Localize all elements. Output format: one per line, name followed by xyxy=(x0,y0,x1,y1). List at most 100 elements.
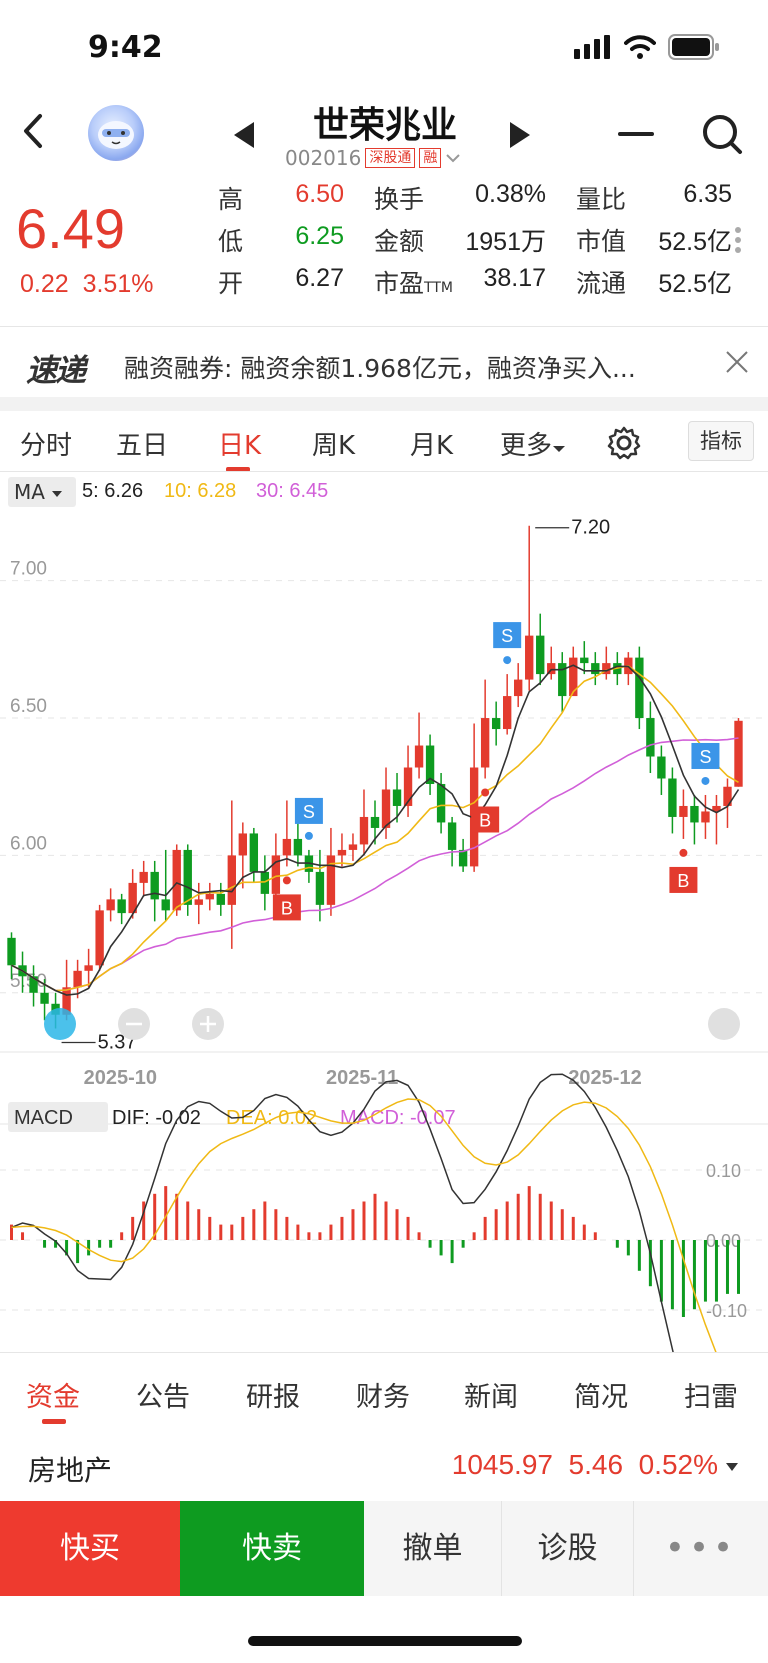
candle-body xyxy=(84,965,93,971)
cancel-order-button[interactable]: 撤单 xyxy=(364,1501,502,1596)
macd-y-label: -0.10 xyxy=(706,1301,747,1321)
y-axis-label: 7.00 xyxy=(10,559,47,580)
tab-capital[interactable]: 资金 xyxy=(26,1375,80,1414)
status-bar: 9:42 xyxy=(0,0,768,100)
tab-intraday[interactable]: 分时 xyxy=(20,425,72,462)
chevron-down-icon[interactable] xyxy=(445,152,461,164)
candle-body xyxy=(392,789,402,806)
pe-suffix: TTM xyxy=(424,280,453,296)
candle-body xyxy=(480,718,490,768)
amount-label: 金额 xyxy=(374,227,425,256)
float-cap-label: 流通 xyxy=(576,269,627,298)
more-vertical-icon[interactable] xyxy=(734,226,742,254)
candle-body xyxy=(95,910,104,966)
close-icon[interactable] xyxy=(722,347,752,377)
tab-weekly-k[interactable]: 周K xyxy=(312,425,355,462)
candle-body xyxy=(348,844,358,850)
caret-down-icon xyxy=(553,446,566,452)
tab-monthly-k[interactable]: 月K xyxy=(410,425,453,462)
tab-announcements[interactable]: 公告 xyxy=(136,1375,190,1414)
sector-row[interactable]: 房地产 1045.97 5.46 0.52% xyxy=(0,1435,768,1499)
stock-code: 002016 xyxy=(285,146,362,170)
high-value: 6.50 xyxy=(295,180,344,208)
candle-body xyxy=(150,871,159,900)
buy-signal-label: B xyxy=(479,810,491,830)
indicator-button[interactable]: 指标 xyxy=(688,421,754,461)
turnover-label: 换手 xyxy=(374,185,425,214)
search-icon[interactable] xyxy=(700,112,744,156)
more-actions-button[interactable]: ••• xyxy=(634,1501,768,1596)
status-time: 9:42 xyxy=(88,30,163,65)
news-text[interactable]: 融资融券: 融资余额1.968亿元，融资净买入... xyxy=(124,349,684,385)
high-label: 高 xyxy=(218,185,244,214)
wifi-icon xyxy=(624,35,656,59)
last-price: 6.49 xyxy=(16,197,125,260)
open-label: 开 xyxy=(218,269,244,298)
candle-body xyxy=(216,893,225,905)
diagnose-button[interactable]: 诊股 xyxy=(502,1501,634,1596)
candle-body xyxy=(7,937,16,966)
candle-body xyxy=(282,838,292,856)
candle-body xyxy=(370,816,380,828)
candle-body xyxy=(734,720,743,787)
candle-body xyxy=(436,783,446,823)
macd-y-label: 0.10 xyxy=(706,1161,741,1181)
divider xyxy=(0,1352,768,1353)
candle-body xyxy=(668,778,677,817)
kline-chart-area[interactable]: MA 5: 6.26 10: 6.28 30: 6.45 7.00 6.50 6.0… xyxy=(0,472,768,1352)
tab-financials[interactable]: 财务 xyxy=(356,1375,410,1414)
tab-profile[interactable]: 简况 xyxy=(574,1375,628,1414)
tab-more[interactable]: 更多 xyxy=(500,425,566,462)
quick-buy-button[interactable]: 快买 xyxy=(0,1501,180,1596)
price-change: 0.22 3.51% xyxy=(20,270,153,299)
candle-body xyxy=(403,767,413,806)
market-cap-value: 52.5亿 xyxy=(658,228,732,256)
sector-change-percent: 0.52% xyxy=(638,1449,718,1480)
candle-body xyxy=(569,657,578,697)
candle-body xyxy=(447,822,457,850)
low-value: 6.25 xyxy=(295,222,344,250)
x-axis-label: 2025-10 xyxy=(84,1067,157,1089)
sell-signal-label: S xyxy=(501,626,513,646)
candle-body xyxy=(525,635,534,680)
turnover-value: 0.38% xyxy=(475,180,546,208)
candle-body xyxy=(679,805,688,817)
quick-sell-button[interactable]: 快卖 xyxy=(180,1501,364,1596)
caret-down-icon[interactable] xyxy=(726,1463,738,1471)
news-banner[interactable]: 速递 融资融券: 融资余额1.968亿元，融资净买入... xyxy=(0,327,768,397)
remove-watchlist-icon[interactable] xyxy=(618,132,654,136)
tab-five-day[interactable]: 五日 xyxy=(116,425,168,462)
battery-icon xyxy=(668,34,719,60)
prev-stock-arrow[interactable] xyxy=(234,122,254,148)
sell-signal-dot xyxy=(701,776,710,785)
next-stock-arrow[interactable] xyxy=(510,122,530,148)
tab-risk-scan[interactable]: 扫雷 xyxy=(684,1375,738,1414)
pe-label: 市盈TTM xyxy=(374,269,453,298)
candle-body xyxy=(491,718,501,730)
gear-icon[interactable] xyxy=(606,425,642,461)
candle-body xyxy=(701,811,710,823)
tab-daily-k[interactable]: 日K xyxy=(218,425,261,462)
info-tabs: 资金 公告 研报 财务 新闻 简况 扫雷 xyxy=(0,1365,768,1435)
tab-research[interactable]: 研报 xyxy=(246,1375,300,1414)
candle-body xyxy=(40,992,49,1004)
mascot-avatar[interactable] xyxy=(88,105,144,161)
back-icon[interactable] xyxy=(14,106,54,156)
stock-name: 世荣兆业 xyxy=(312,105,457,146)
candle-body xyxy=(690,805,699,823)
hk-connect-tag: 深股通 xyxy=(365,148,416,168)
fullscreen-icon xyxy=(708,1008,740,1040)
candle-body xyxy=(502,696,512,730)
sell-signal-label: S xyxy=(699,747,711,767)
buy-signal-label: B xyxy=(677,871,689,891)
buy-signal-dot xyxy=(679,848,688,857)
candle-body xyxy=(458,849,468,867)
stock-code-row[interactable]: 002016 深股通 融 xyxy=(285,146,461,170)
dif-legend: DIF: -0.02 xyxy=(112,1107,201,1129)
candle-body xyxy=(139,871,148,883)
kline-svg[interactable]: 7.006.506.005.502025-10 2025-11 2025-127.2… xyxy=(0,472,768,1352)
action-bar: 快买 快卖 撤单 诊股 ••• xyxy=(0,1501,768,1596)
tab-news[interactable]: 新闻 xyxy=(464,1375,518,1414)
sell-signal-dot xyxy=(503,656,512,665)
candle-body xyxy=(414,745,424,768)
